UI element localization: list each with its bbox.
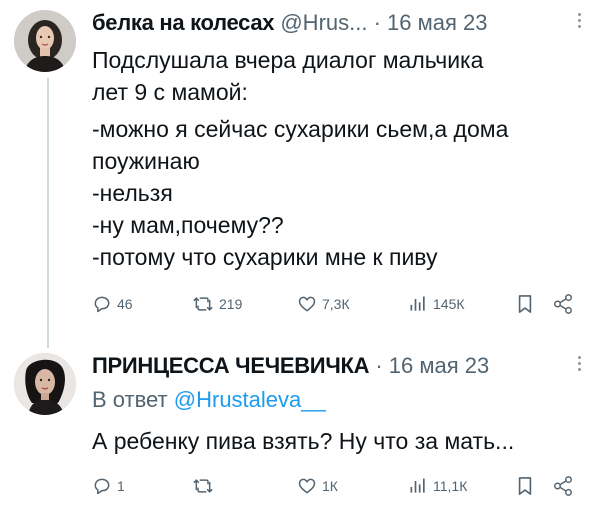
action-bar: 46 219 7,3К 145К	[92, 289, 586, 319]
tweet-header: белка на колесах @Hrus... · 16 мая 23	[92, 6, 586, 40]
views-icon	[410, 478, 425, 493]
tweet-text-line: поужинаю	[92, 148, 200, 174]
retweet-button[interactable]	[192, 471, 219, 501]
tweet-text-line: Подслушала вчера диалог мальчика	[92, 47, 484, 73]
tweet-text-line: -ну мам,почему??	[92, 212, 284, 238]
reply-count: 1	[117, 478, 125, 494]
more-icon[interactable]	[572, 353, 586, 377]
tweet-date[interactable]: 16 мая 23	[389, 353, 489, 378]
retweet-icon	[193, 479, 213, 493]
tweet-text: А ребенку пива взять? Ну что за мать...	[92, 425, 586, 457]
avatar[interactable]	[14, 10, 76, 72]
reply-context: В ответ @Hrustaleva__	[92, 385, 586, 415]
tweet-text-line: лет 9 с мамой:	[92, 79, 248, 105]
like-count: 7,3К	[322, 296, 350, 312]
share-button[interactable]	[552, 289, 574, 319]
tweet-date[interactable]: 16 мая 23	[387, 10, 487, 35]
views-count: 145К	[433, 296, 465, 312]
tweet-2[interactable]: ПРИНЦЕССА ЧЕЧЕВИЧКА · 16 мая 23 В ответ …	[0, 345, 600, 506]
share-icon	[554, 294, 572, 314]
bookmark-button[interactable]	[516, 471, 534, 501]
tweet-text-line: -нельзя	[92, 180, 173, 206]
author-name[interactable]: ПРИНЦЕССА ЧЕЧЕВИЧКА	[92, 353, 370, 378]
tweet-text-line: А ребенку пива взять? Ну что за мать...	[92, 428, 515, 454]
avatar[interactable]	[14, 353, 76, 415]
views-button[interactable]: 11,1К	[408, 471, 467, 501]
separator-dot: ·	[375, 353, 383, 378]
reply-icon	[94, 478, 110, 495]
retweet-count: 219	[219, 296, 243, 312]
bookmark-icon	[518, 477, 532, 495]
like-button[interactable]: 1К	[297, 471, 338, 501]
tweet-header: ПРИНЦЕССА ЧЕЧЕВИЧКА · 16 мая 23	[92, 349, 586, 383]
retweet-icon	[193, 297, 213, 311]
tweet-text-line: -потому что сухарики мне к пиву	[92, 244, 438, 270]
separator-dot: ·	[373, 10, 381, 35]
like-icon	[298, 296, 316, 312]
tweet-text: Подслушала вчера диалог мальчика лет 9 с…	[92, 44, 586, 273]
bookmark-icon	[518, 295, 532, 313]
tweet-text-line: -можно я сейчас сухарики сьем,а дома	[92, 116, 509, 142]
views-button[interactable]: 145К	[408, 289, 465, 319]
reply-handle-link[interactable]: @Hrustaleva__	[174, 387, 326, 412]
like-icon	[298, 478, 316, 494]
author-handle[interactable]: @Hrus...	[280, 10, 367, 35]
reply-button[interactable]: 46	[92, 289, 133, 319]
share-icon	[554, 476, 572, 496]
views-count: 11,1К	[433, 478, 468, 494]
like-button[interactable]: 7,3К	[297, 289, 350, 319]
action-bar: 1 1К 11,1К	[92, 471, 586, 501]
more-icon[interactable]	[572, 10, 586, 34]
reply-prefix: В ответ	[92, 387, 168, 412]
bookmark-button[interactable]	[516, 289, 534, 319]
tweet-1[interactable]: белка на колесах @Hrus... · 16 мая 23 По…	[0, 0, 600, 345]
reply-count: 46	[117, 296, 133, 312]
author-name[interactable]: белка на колесах	[92, 10, 275, 35]
share-button[interactable]	[552, 471, 574, 501]
reply-button[interactable]: 1	[92, 471, 125, 501]
views-icon	[410, 296, 425, 311]
retweet-button[interactable]: 219	[192, 289, 242, 319]
reply-icon	[94, 296, 110, 313]
like-count: 1К	[322, 478, 338, 494]
